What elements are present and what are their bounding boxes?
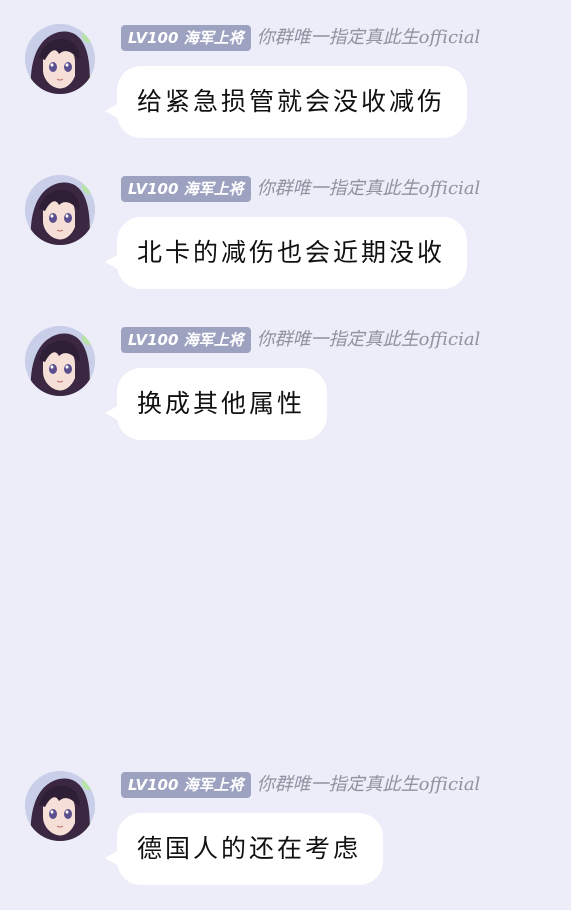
message-header: LV100 海军上将 你群唯一指定真此生official [121, 176, 480, 202]
level-badge: LV100 海军上将 [121, 25, 251, 51]
avatar[interactable] [25, 175, 95, 245]
sender-name[interactable]: 你群唯一指定真此生official [257, 176, 481, 202]
avatar[interactable] [25, 24, 95, 94]
chat-message: LV100 海军上将 你群唯一指定真此生official 德国人的还在考虑 [0, 771, 571, 901]
avatar-image [25, 24, 95, 94]
message-bubble[interactable]: 给紧急损管就会没收减伤 [117, 66, 468, 138]
chat-message: LV100 海军上将 你群唯一指定真此生official 北卡的减伤也会近期没收 [0, 175, 571, 305]
chat-message: LV100 海军上将 你群唯一指定真此生official 换成其他属性 [0, 326, 571, 456]
message-bubble[interactable]: 换成其他属性 [117, 368, 328, 440]
message-header: LV100 海军上将 你群唯一指定真此生official [121, 327, 480, 353]
avatar[interactable] [25, 326, 95, 396]
chat-message: LV100 海军上将 你群唯一指定真此生official 给紧急损管就会没收减伤 [0, 24, 571, 154]
sender-name[interactable]: 你群唯一指定真此生official [257, 25, 481, 51]
avatar-image [25, 175, 95, 245]
level-badge: LV100 海军上将 [121, 176, 251, 202]
sender-name[interactable]: 你群唯一指定真此生official [257, 327, 481, 353]
avatar-image [25, 771, 95, 841]
message-header: LV100 海军上将 你群唯一指定真此生official [121, 25, 480, 51]
message-bubble[interactable]: 德国人的还在考虑 [117, 813, 384, 885]
sender-name[interactable]: 你群唯一指定真此生official [257, 772, 481, 798]
avatar[interactable] [25, 771, 95, 841]
avatar-image [25, 326, 95, 396]
level-badge: LV100 海军上将 [121, 772, 251, 798]
level-badge: LV100 海军上将 [121, 327, 251, 353]
message-header: LV100 海军上将 你群唯一指定真此生official [121, 772, 480, 798]
message-bubble[interactable]: 北卡的减伤也会近期没收 [117, 217, 468, 289]
